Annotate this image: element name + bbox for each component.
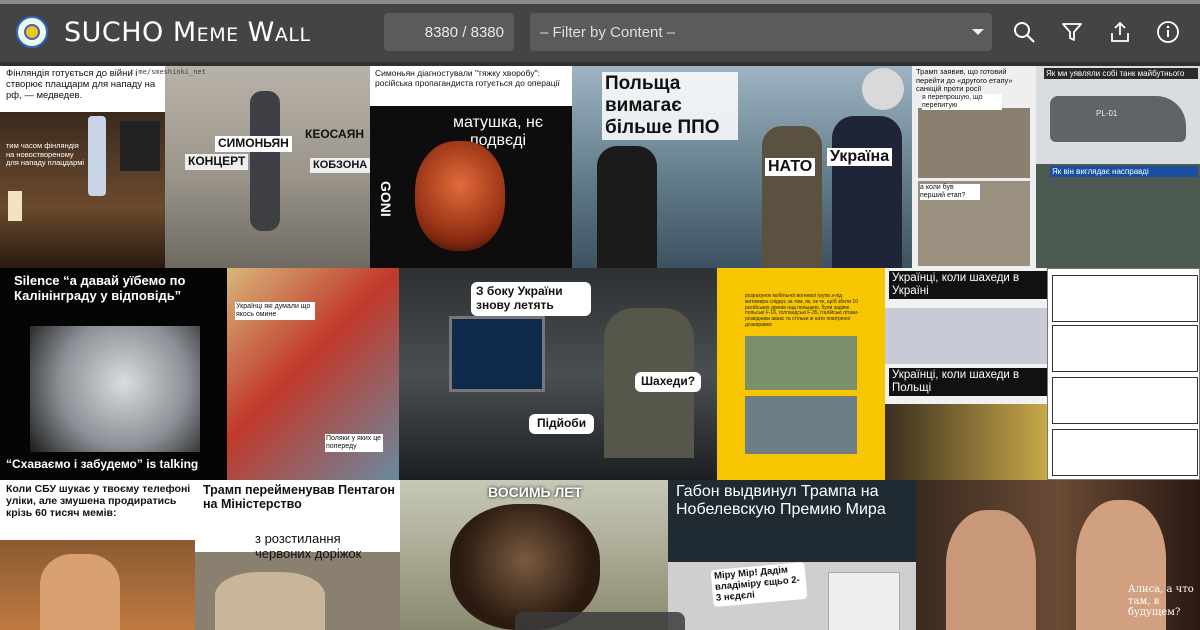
sucho-logo[interactable] <box>16 16 48 48</box>
meme-tile[interactable]: Симоньян діагностували "тяжку хворобу": … <box>370 66 572 268</box>
meme-tile[interactable]: Польща вимагає більше ППО НАТО Україна <box>572 66 912 268</box>
meme-caption: Трамп перейменував Пентагон на Міністерс… <box>203 483 395 512</box>
meme-caption: Українці, коли шахеди в Польщі <box>889 368 1047 397</box>
meme-caption: ВОСИМЬ ЛЕТ <box>488 484 583 500</box>
share-icon[interactable] <box>1108 20 1132 44</box>
chevron-down-icon <box>972 29 984 35</box>
comic-panel <box>1052 275 1198 322</box>
meme-caption: розрахунок мобільної вогневої групи з-пі… <box>745 293 859 328</box>
info-icon[interactable] <box>1156 20 1180 44</box>
meme-caption: Як ми уявляли собі танк майбутнього <box>1044 68 1198 80</box>
meme-caption: Коли СБУ шукає у твоєму телефоні уліки, … <box>6 483 191 520</box>
girl-image <box>946 510 1036 630</box>
pointing-man-image <box>885 404 1047 480</box>
meme-tile[interactable]: Українці, коли шахеди в Україні Українці… <box>885 268 1047 480</box>
tank-label: PL-01 <box>1096 109 1118 118</box>
meme-caption: Симоньян діагностували "тяжку хворобу": … <box>375 68 560 88</box>
search-icon[interactable] <box>1012 20 1036 44</box>
old-man-image <box>215 572 325 630</box>
bottom-toolbar <box>515 612 685 630</box>
meme-photo <box>918 108 1030 178</box>
meme-tile[interactable]: СИМОНЬЯН КЕОСАЯН КОНЦЕРТ КОБЗОНА <box>165 66 370 268</box>
person-figure <box>597 146 657 268</box>
person-figure <box>762 126 822 268</box>
emblem-image <box>862 68 904 110</box>
speech-bubble: Міру Мір! Дадім владіміру єщьо 2-3 нєдєл… <box>710 561 808 607</box>
comic-panel <box>1052 377 1198 424</box>
laughing-man-image <box>40 554 120 630</box>
meme-tile[interactable]: Трамп перейменував Пентагон на Міністерс… <box>195 480 400 630</box>
meme-subcaption: з розстилання червоних доріжок <box>255 531 362 561</box>
comic-panel <box>1052 429 1198 476</box>
watermark: t.me/smeshinki_net <box>130 68 206 76</box>
speech-bubble: Підйоби <box>529 414 595 434</box>
meme-tile[interactable]: З боку України знову летять Шахеди? Підй… <box>399 268 717 480</box>
vodka-bottle-image <box>88 116 106 196</box>
meme-tile[interactable]: розрахунок мобільної вогневої групи з-пі… <box>717 268 885 480</box>
meme-tile[interactable]: Українці які думали що якось омине Поляк… <box>227 268 399 480</box>
tank-image <box>1050 96 1186 142</box>
meme-tile[interactable]: Коли СБУ шукає у твоєму телефоні уліки, … <box>0 480 195 630</box>
filter-select-value: – Filter by Content – <box>540 23 676 41</box>
meme-tile[interactable]: Алиса, а что там, в будущем? <box>916 480 1200 630</box>
monitor-image <box>449 316 545 392</box>
app-title: SUCHO Meme Wall <box>64 17 311 48</box>
hooded-figure-image <box>30 326 200 452</box>
meme-caption: Трамп заявив, що готовий перейти до «дру… <box>916 67 1013 94</box>
logo-emblem <box>24 24 40 40</box>
meme-caption: Польща вимагає більше ППО <box>602 72 738 140</box>
cat-in-bed-image <box>885 308 1047 364</box>
meme-subcaption: а коли був перший етап? <box>920 184 980 201</box>
meme-tile[interactable] <box>1047 268 1200 480</box>
meme-subcaption: я перепрошую, що перепитую <box>922 94 1002 111</box>
meme-label: Поляки у яких це попереду <box>325 434 383 453</box>
goni-logo: GONI <box>378 181 395 217</box>
runner-figure <box>250 91 280 231</box>
meme-label: НАТО <box>765 158 816 177</box>
person-figure <box>832 116 902 268</box>
meme-grid: Фінляндія готується до війни і створює п… <box>0 66 1200 630</box>
speech-bubble: З боку України знову летять <box>471 282 591 316</box>
meme-counter: 8380 / 8380 <box>384 13 514 51</box>
meme-caption: “Схаваємо і забудемо” is talking <box>6 457 199 471</box>
goni-logo <box>120 121 160 171</box>
meme-tile[interactable]: Як ми уявляли собі танк майбутнього PL-0… <box>1036 66 1200 268</box>
meme-caption: Silence “а давай уїбемо по Калінінграду … <box>14 273 186 303</box>
meme-tile[interactable]: ВОСИМЬ ЛЕТ <box>400 480 668 630</box>
meme-label: КОНЦЕРТ <box>185 154 249 170</box>
laughing-face-image <box>415 141 505 251</box>
meme-label: Україна <box>827 148 893 167</box>
meme-tile[interactable]: Фінляндія готується до війни і створює п… <box>0 66 165 268</box>
comic-panel <box>1052 325 1198 372</box>
meme-tile[interactable]: Габон выдвинул Трампа на Нобелевскую Пре… <box>668 480 916 630</box>
meme-quote: Алиса, а что там, в будущем? <box>1128 584 1194 618</box>
meme-photo <box>745 396 857 454</box>
meme-subcaption: тим часом фінляндія на новоствореному дл… <box>6 141 85 168</box>
candle-image <box>8 191 22 221</box>
meme-label: КОБЗОНА <box>310 158 370 173</box>
meme-caption: Як він виглядає насправді <box>1050 166 1198 178</box>
meme-caption: Габон выдвинул Трампа на Нобелевскую Пре… <box>676 483 886 519</box>
meme-tile[interactable]: Трамп заявив, що готовий перейти до «дру… <box>912 66 1036 268</box>
speech-bubble: Шахеди? <box>635 372 702 392</box>
meme-caption: Українці, коли шахеди в Україні <box>889 271 1047 300</box>
bloody-document-image <box>828 572 900 630</box>
meme-photo <box>745 336 857 390</box>
meme-tile[interactable]: Silence “а давай уїбемо по Калінінграду … <box>0 268 227 480</box>
filter-icon[interactable] <box>1060 20 1084 44</box>
app-header: SUCHO Meme Wall 8380 / 8380 – Filter by … <box>0 4 1200 62</box>
meme-label: СИМОНЬЯН <box>215 136 292 152</box>
meme-label: Українці які думали що якось омине <box>235 302 315 321</box>
meme-label: КЕОСАЯН <box>305 127 364 141</box>
content-filter-select[interactable]: – Filter by Content – <box>530 13 992 51</box>
